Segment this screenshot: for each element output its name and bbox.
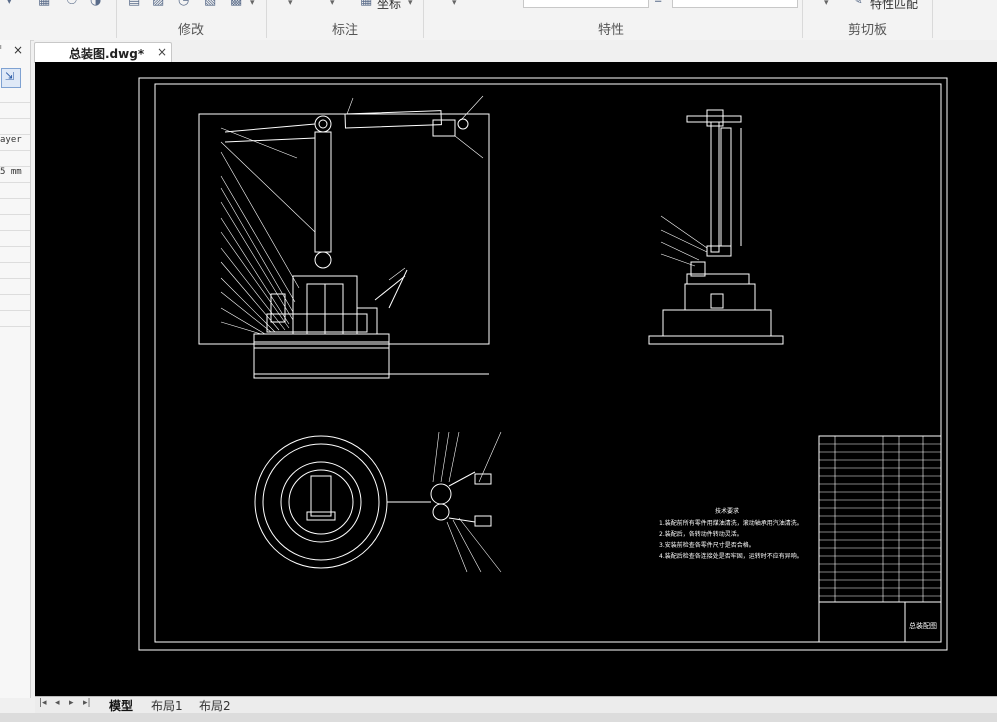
- select-icon: ⇲: [5, 70, 15, 83]
- coordinate-icon[interactable]: ▦: [360, 0, 374, 8]
- palette-row[interactable]: [0, 214, 30, 230]
- copy-icon[interactable]: ▤: [128, 0, 142, 8]
- status-bar: [0, 713, 997, 722]
- palette-row[interactable]: ayer: [0, 134, 30, 150]
- group-label-modify: 修改: [178, 23, 205, 38]
- edit-icon[interactable]: ▩: [230, 0, 244, 8]
- next-layout-icon[interactable]: ▸: [69, 698, 74, 708]
- group-label-clipboard: 剪切板: [848, 23, 888, 38]
- palette-row[interactable]: 5 mm: [0, 166, 30, 182]
- close-icon[interactable]: ×: [13, 43, 23, 57]
- palette-row[interactable]: [0, 326, 30, 342]
- group-label-properties: 特性: [598, 23, 625, 38]
- palette-row[interactable]: [0, 182, 30, 198]
- palette-row[interactable]: [0, 262, 30, 278]
- match-properties-button[interactable]: 特性匹配: [870, 0, 918, 12]
- move-icon[interactable]: ▾: [6, 0, 20, 8]
- palette-row[interactable]: [0, 198, 30, 214]
- title-block: 总装配图: [818, 435, 942, 643]
- document-tab[interactable]: 总装图.dwg* ×: [34, 42, 172, 63]
- technical-notes: 技术要求 1.装配前所有零件用煤油清洗，滚动轴承用汽油清洗。 2.装配后，各转动…: [659, 507, 803, 560]
- palette-row[interactable]: [0, 278, 30, 294]
- document-tab-bar: [34, 40, 997, 62]
- cad-drawing: 总装配图 技术要求 1.装配前所有零件用煤油清洗，滚动轴承用汽油清洗。 2.装配…: [138, 77, 948, 651]
- array-icon[interactable]: ▧: [204, 0, 218, 8]
- lineweight-select[interactable]: [672, 0, 798, 8]
- layout-tab-bar: |◂ ◂ ▸ ▸| 模型 布局1 布局2: [35, 696, 997, 714]
- palette-row[interactable]: [0, 246, 30, 262]
- group-icon[interactable]: ⚇: [66, 0, 80, 8]
- title-block-name: 总装配图: [909, 621, 937, 630]
- palette-row[interactable]: [0, 230, 30, 246]
- ribbon: ▾ ▦ ⚇ ◑ ▤ ▨ ◷ ▧ ▩ ▾ 修改 ▾ ▾ ▦ 坐标 ▾ 标注 ▾ ≡…: [0, 0, 997, 41]
- rotate-icon[interactable]: ◷: [178, 0, 192, 8]
- chevron-down-icon[interactable]: ▾: [288, 0, 293, 8]
- chevron-down-icon[interactable]: ▾: [330, 0, 335, 8]
- chevron-down-icon[interactable]: ▾: [824, 0, 829, 8]
- pin-icon[interactable]: ᴵ: [0, 45, 2, 55]
- chevron-down-icon[interactable]: ▾: [408, 0, 413, 8]
- chevron-down-icon[interactable]: ▾: [452, 0, 457, 8]
- mirror-icon[interactable]: ▨: [152, 0, 166, 8]
- layout-tab-model[interactable]: 模型: [109, 697, 133, 714]
- layout-tab-layout1[interactable]: 布局1: [151, 697, 183, 714]
- note-line-1: 1.装配前所有零件用煤油清洗，滚动轴承用汽油清洗。: [659, 519, 803, 527]
- coordinate-button[interactable]: 坐标: [377, 0, 401, 12]
- top-view: [254, 431, 502, 573]
- chevron-down-icon[interactable]: ▾: [250, 0, 255, 8]
- drawing-canvas[interactable]: 总装配图 技术要求 1.装配前所有零件用煤油清洗，滚动轴承用汽油清洗。 2.装配…: [35, 62, 997, 696]
- group-label-dimension: 标注: [332, 23, 359, 38]
- lineweight-icon: ≡: [654, 0, 663, 6]
- note-line-4: 4.装配后检查各连接处是否牢固，运转时不应有异响。: [659, 552, 803, 560]
- palette-row[interactable]: [0, 310, 30, 326]
- last-layout-icon[interactable]: ▸|: [83, 698, 91, 708]
- layer-icon[interactable]: ▦: [38, 0, 52, 8]
- first-layout-icon[interactable]: |◂: [39, 698, 47, 708]
- linetype-select[interactable]: [523, 0, 649, 8]
- note-line-3: 3.安装前检查各零件尺寸是否合格。: [659, 541, 755, 549]
- prev-layout-icon[interactable]: ◂: [55, 698, 60, 708]
- document-tab-title[interactable]: 总装图.dwg*: [69, 45, 144, 62]
- close-icon[interactable]: ×: [157, 45, 167, 59]
- palette-row[interactable]: [0, 118, 30, 134]
- front-view: [198, 95, 490, 379]
- palette-row[interactable]: [0, 150, 30, 166]
- properties-palette: ᴵ × ⇲ ayer 5 mm: [0, 40, 31, 698]
- inner-frame: [154, 83, 942, 643]
- sphere-icon[interactable]: ◑: [90, 0, 104, 8]
- palette-row[interactable]: [0, 294, 30, 310]
- note-line-2: 2.装配后，各转动件转动灵活。: [659, 530, 743, 538]
- notes-title: 技术要求: [715, 507, 739, 515]
- match-properties-icon[interactable]: ✎: [852, 0, 866, 8]
- palette-row[interactable]: [0, 102, 30, 118]
- quick-select-button[interactable]: ⇲: [1, 68, 21, 88]
- side-view: [648, 109, 784, 345]
- layout-tab-layout2[interactable]: 布局2: [199, 697, 231, 714]
